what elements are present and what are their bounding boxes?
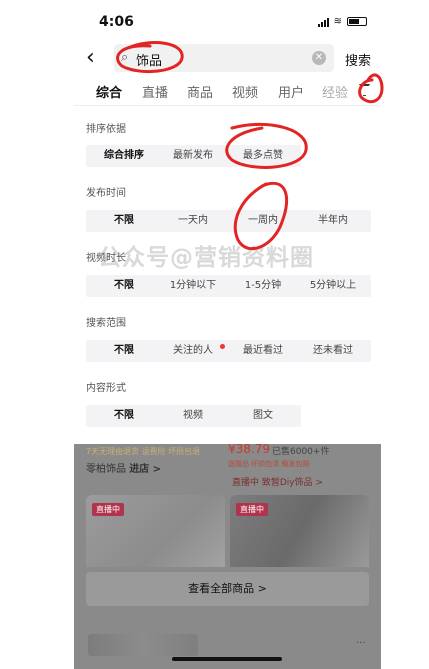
scope-recently-viewed[interactable]: 最近看过: [225, 340, 301, 362]
clear-icon[interactable]: ✕: [312, 51, 326, 65]
shop-name: 零柏饰品: [86, 464, 126, 475]
format-any[interactable]: 不限: [86, 405, 162, 427]
sort-option-newest[interactable]: 最新发布: [155, 145, 231, 167]
status-icons: ≋: [317, 16, 367, 27]
search-icon: ⌕: [121, 50, 129, 65]
video-length-any[interactable]: 不限: [86, 275, 162, 297]
live-badge: 直播中: [236, 503, 268, 516]
publish-time-any[interactable]: 不限: [86, 210, 162, 232]
search-input[interactable]: ⌕ 饰品 ✕: [114, 44, 334, 72]
scope-not-viewed[interactable]: 还未看过: [295, 340, 371, 362]
sort-option-comprehensive[interactable]: 综合排序: [86, 145, 162, 167]
tab-videos[interactable]: 视频: [232, 82, 258, 101]
more-icon[interactable]: ···: [356, 638, 366, 649]
sort-option-most-likes[interactable]: 最多点赞: [225, 145, 301, 167]
video-length-over-5[interactable]: 5分钟以上: [295, 275, 371, 297]
scope-following-wrap[interactable]: 关注的人: [155, 340, 231, 362]
live-badge: 直播中: [92, 503, 124, 516]
publish-time-half-year[interactable]: 半年内: [295, 210, 371, 232]
tab-products[interactable]: 商品: [187, 82, 213, 101]
tab-users[interactable]: 用户: [278, 82, 304, 101]
search-row: ‹ ⌕ 饰品 ✕ 搜索: [74, 44, 381, 74]
publish-time-day[interactable]: 一天内: [155, 210, 231, 232]
tab-comprehensive[interactable]: 综合: [96, 82, 122, 108]
sort-title: 排序依据: [86, 124, 126, 135]
filter-panel: 排序依据 综合排序 最新发布 最多点赞 发布时间 不限 一天内 一周内 半年内 …: [74, 106, 381, 442]
dimmed-results[interactable]: 7天无理由退货 运费险 坏损包退 零柏饰品 进店 > ¥38.79 已售6000…: [74, 444, 381, 669]
format-title: 内容形式: [86, 383, 126, 394]
search-query: 饰品: [136, 54, 163, 69]
filter-icon[interactable]: [359, 84, 370, 96]
promo-tags: 送赠品 坏损包退 晚发包赔: [228, 460, 310, 468]
product-card-left[interactable]: 直播中: [86, 495, 225, 567]
video-length-1-5[interactable]: 1-5分钟: [225, 275, 301, 297]
format-video[interactable]: 视频: [155, 405, 231, 427]
enter-shop-link[interactable]: 进店 >: [129, 464, 161, 475]
watermark: 公众号@营销资料圈: [98, 245, 314, 271]
signal-icon: [317, 17, 329, 27]
sold-count: 已售6000+件: [272, 447, 330, 457]
shop-name-row: 零柏饰品 进店 >: [86, 460, 161, 475]
video-length-under-1[interactable]: 1分钟以下: [155, 275, 231, 297]
tab-bar: 综合 直播 商品 视频 用户 经验: [74, 78, 381, 108]
tab-live[interactable]: 直播: [142, 82, 168, 101]
product-card-right[interactable]: 直播中: [230, 495, 369, 567]
product-price: ¥38.79: [228, 444, 270, 456]
search-button[interactable]: 搜索: [345, 50, 371, 69]
status-bar: 4:06 ≋: [74, 0, 381, 44]
scope-title: 搜索范围: [86, 318, 126, 329]
scope-following: 关注的人: [173, 345, 213, 356]
format-image-text[interactable]: 图文: [225, 405, 301, 427]
publish-time-week[interactable]: 一周内: [225, 210, 301, 232]
scope-any[interactable]: 不限: [86, 340, 162, 362]
see-all-products-button[interactable]: 查看全部商品 >: [86, 572, 369, 606]
publish-time-title: 发布时间: [86, 188, 126, 199]
tab-experience[interactable]: 经验: [322, 82, 348, 101]
status-time: 4:06: [99, 14, 134, 30]
home-indicator: [172, 657, 282, 661]
blurred-username: [88, 634, 198, 656]
phone-screen: 4:06 ≋ ‹ ⌕ 饰品 ✕ 搜索 综合 直播 商品 视频 用户 经验 排序依…: [74, 0, 381, 669]
wifi-icon: ≋: [333, 16, 342, 27]
back-arrow-icon[interactable]: ‹: [86, 46, 95, 70]
live-line[interactable]: 直播中 致暂Diy饰品 >: [232, 475, 323, 488]
shop-tags: 7天无理由退货 运费险 坏损包退: [86, 447, 201, 456]
battery-icon: [347, 17, 367, 26]
